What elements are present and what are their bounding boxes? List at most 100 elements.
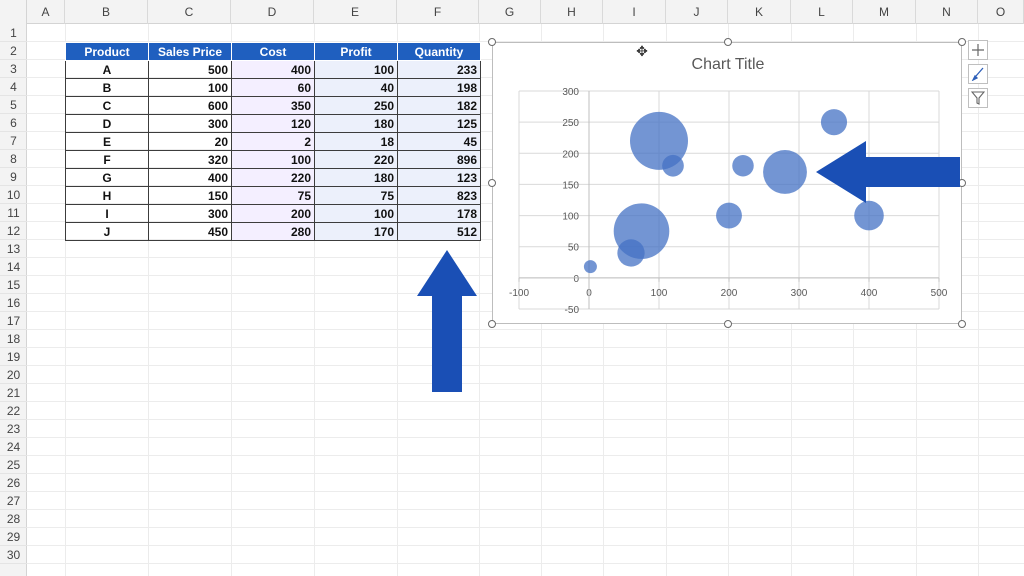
table-cell[interactable]: 20 (148, 132, 232, 151)
table-cell[interactable]: 512 (397, 222, 481, 241)
column-header-k[interactable]: K (728, 0, 791, 24)
table-cell[interactable]: 75 (231, 186, 315, 205)
chart-elements-button[interactable] (968, 40, 988, 60)
column-header-f[interactable]: F (397, 0, 479, 24)
row-header-30[interactable]: 30 (0, 546, 27, 564)
row-header-15[interactable]: 15 (0, 276, 27, 294)
header-cost[interactable]: Cost (231, 42, 315, 61)
column-header-g[interactable]: G (479, 0, 541, 24)
table-cell[interactable]: 100 (231, 150, 315, 169)
table-cell[interactable]: 120 (231, 114, 315, 133)
table-cell[interactable]: A (65, 60, 149, 79)
table-cell[interactable]: 18 (314, 132, 398, 151)
column-header-m[interactable]: M (853, 0, 916, 24)
table-cell[interactable]: H (65, 186, 149, 205)
row-header-10[interactable]: 10 (0, 186, 27, 204)
column-header-o[interactable]: O (978, 0, 1024, 24)
table-cell[interactable]: I (65, 204, 149, 223)
row-header-2[interactable]: 2 (0, 42, 27, 60)
row-header-22[interactable]: 22 (0, 402, 27, 420)
table-cell[interactable]: 180 (314, 114, 398, 133)
row-header-9[interactable]: 9 (0, 168, 27, 186)
column-header-i[interactable]: I (603, 0, 666, 24)
table-cell[interactable]: 300 (148, 204, 232, 223)
table-cell[interactable]: 400 (148, 168, 232, 187)
table-cell[interactable]: 823 (397, 186, 481, 205)
table-cell[interactable]: G (65, 168, 149, 187)
column-header-b[interactable]: B (65, 0, 148, 24)
row-header-16[interactable]: 16 (0, 294, 27, 312)
row-header-29[interactable]: 29 (0, 528, 27, 546)
row-header-8[interactable]: 8 (0, 150, 27, 168)
row-header-25[interactable]: 25 (0, 456, 27, 474)
table-cell[interactable]: 600 (148, 96, 232, 115)
table-cell[interactable]: 200 (231, 204, 315, 223)
row-header-21[interactable]: 21 (0, 384, 27, 402)
table-cell[interactable]: F (65, 150, 149, 169)
row-header-27[interactable]: 27 (0, 492, 27, 510)
table-cell[interactable]: 40 (314, 78, 398, 97)
column-header-j[interactable]: J (666, 0, 728, 24)
table-cell[interactable]: 250 (314, 96, 398, 115)
table-cell[interactable]: 300 (148, 114, 232, 133)
column-header-e[interactable]: E (314, 0, 397, 24)
row-header-14[interactable]: 14 (0, 258, 27, 276)
table-cell[interactable]: B (65, 78, 149, 97)
chart-filters-button[interactable] (968, 88, 988, 108)
table-cell[interactable]: 150 (148, 186, 232, 205)
table-cell[interactable]: 220 (231, 168, 315, 187)
chart-styles-button[interactable] (968, 64, 988, 84)
table-cell[interactable]: 123 (397, 168, 481, 187)
table-cell[interactable]: 125 (397, 114, 481, 133)
row-header-11[interactable]: 11 (0, 204, 27, 222)
resize-handle-bottom[interactable] (724, 320, 732, 328)
row-header-12[interactable]: 12 (0, 222, 27, 240)
table-cell[interactable]: 320 (148, 150, 232, 169)
header-product[interactable]: Product (65, 42, 149, 61)
table-cell[interactable]: 198 (397, 78, 481, 97)
resize-handle-top[interactable] (724, 38, 732, 46)
table-cell[interactable]: 400 (231, 60, 315, 79)
resize-handle-bottom-right[interactable] (958, 320, 966, 328)
row-header-7[interactable]: 7 (0, 132, 27, 150)
resize-handle-top-left[interactable] (488, 38, 496, 46)
table-cell[interactable]: 220 (314, 150, 398, 169)
table-cell[interactable]: 896 (397, 150, 481, 169)
table-cell[interactable]: 100 (314, 204, 398, 223)
column-header-l[interactable]: L (791, 0, 853, 24)
row-header-17[interactable]: 17 (0, 312, 27, 330)
row-header-28[interactable]: 28 (0, 510, 27, 528)
row-header-6[interactable]: 6 (0, 114, 27, 132)
table-cell[interactable]: 170 (314, 222, 398, 241)
column-header-n[interactable]: N (916, 0, 978, 24)
header-sales-price[interactable]: Sales Price (148, 42, 232, 61)
table-cell[interactable]: 75 (314, 186, 398, 205)
resize-handle-bottom-left[interactable] (488, 320, 496, 328)
row-header-18[interactable]: 18 (0, 330, 27, 348)
table-cell[interactable]: C (65, 96, 149, 115)
column-header-a[interactable]: A (27, 0, 65, 24)
column-header-h[interactable]: H (541, 0, 603, 24)
row-header-3[interactable]: 3 (0, 60, 27, 78)
table-cell[interactable]: 100 (314, 60, 398, 79)
header-profit[interactable]: Profit (314, 42, 398, 61)
row-header-1[interactable]: 1 (0, 24, 27, 42)
row-header-5[interactable]: 5 (0, 96, 27, 114)
row-header-20[interactable]: 20 (0, 366, 27, 384)
row-header-4[interactable]: 4 (0, 78, 27, 96)
resize-handle-top-right[interactable] (958, 38, 966, 46)
table-cell[interactable]: 180 (314, 168, 398, 187)
row-header-24[interactable]: 24 (0, 438, 27, 456)
column-header-d[interactable]: D (231, 0, 314, 24)
row-header-19[interactable]: 19 (0, 348, 27, 366)
table-cell[interactable]: 182 (397, 96, 481, 115)
resize-handle-left[interactable] (488, 179, 496, 187)
table-cell[interactable]: 450 (148, 222, 232, 241)
select-all-corner[interactable] (0, 0, 27, 24)
table-cell[interactable]: 178 (397, 204, 481, 223)
row-header-23[interactable]: 23 (0, 420, 27, 438)
table-cell[interactable]: 2 (231, 132, 315, 151)
table-cell[interactable]: 350 (231, 96, 315, 115)
table-cell[interactable]: 280 (231, 222, 315, 241)
table-cell[interactable]: D (65, 114, 149, 133)
